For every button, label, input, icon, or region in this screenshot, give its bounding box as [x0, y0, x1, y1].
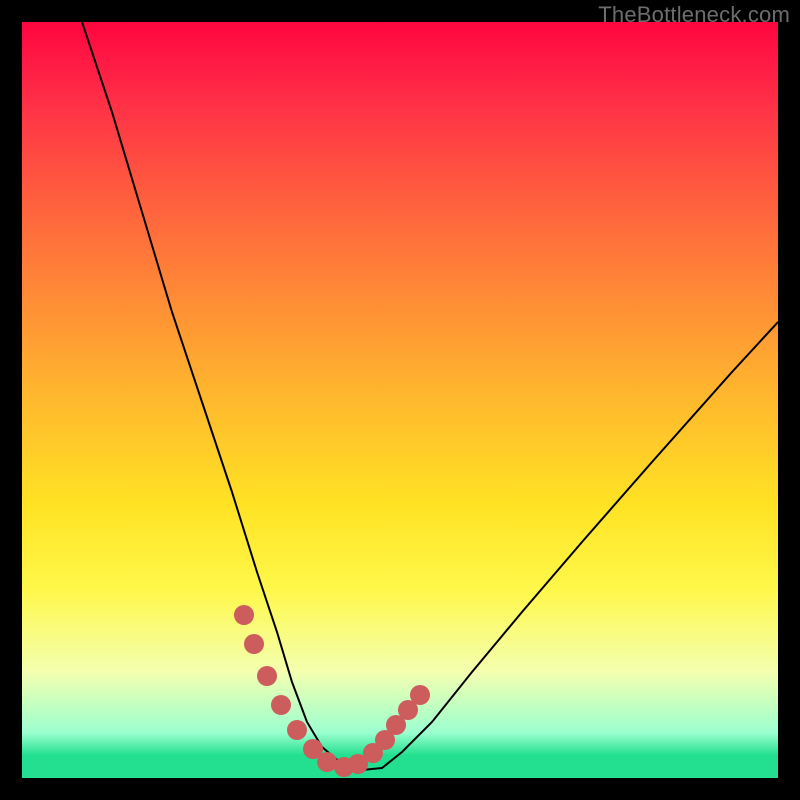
marker-dot [317, 752, 337, 772]
marker-dot [271, 695, 291, 715]
marker-dot [287, 720, 307, 740]
marker-cluster-right [334, 685, 430, 777]
bottleneck-curve [82, 22, 778, 770]
marker-cluster-left [234, 605, 337, 772]
marker-dot [257, 666, 277, 686]
marker-dot [410, 685, 430, 705]
marker-dot [234, 605, 254, 625]
marker-dot [244, 634, 264, 654]
chart-plot-area [22, 22, 778, 778]
chart-svg [22, 22, 778, 778]
